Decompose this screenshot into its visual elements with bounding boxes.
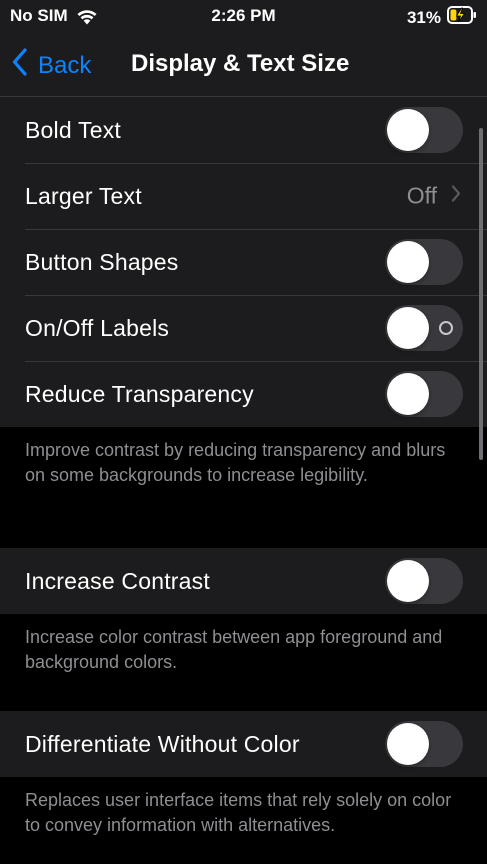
toggle-knob [387,307,429,349]
row-label: Button Shapes [25,248,179,275]
row-label: Reduce Transparency [25,380,254,407]
status-right: 31% [407,5,477,30]
row-label: Bold Text [25,116,121,143]
larger-text-value: Off [406,182,437,209]
settings-group-text: Bold Text Larger Text Off Button Shapes … [0,97,487,427]
back-button[interactable]: Back [12,48,91,83]
chevron-right-icon [451,185,461,208]
toggle-knob [387,723,429,765]
reduce-transparency-toggle[interactable] [385,371,463,417]
toggle-knob [387,241,429,283]
toggle-knob [387,560,429,602]
toggle-knob [387,109,429,151]
reduce-transparency-footer: Improve contrast by reducing transparenc… [25,440,446,485]
row-button-shapes[interactable]: Button Shapes [0,229,487,295]
row-label: On/Off Labels [25,314,170,341]
row-on-off-labels[interactable]: On/Off Labels [0,295,487,361]
differentiate-without-color-footer: Replaces user interface items that rely … [25,790,452,835]
row-label: Larger Text [25,182,142,209]
battery-percent: 31% [406,7,441,27]
bold-text-toggle[interactable] [385,107,463,153]
on-off-labels-toggle[interactable] [385,305,463,351]
chevron-left-icon [12,48,28,83]
settings-content: Bold Text Larger Text Off Button Shapes … [0,97,487,838]
status-bar: No SIM 2:26 PM 31% [0,0,487,32]
row-label: Increase Contrast [25,567,210,594]
settings-group-contrast: Increase Contrast [0,548,487,614]
row-increase-contrast[interactable]: Increase Contrast [0,548,487,614]
row-reduce-transparency[interactable]: Reduce Transparency [0,361,487,427]
page-title: Display & Text Size [131,50,350,77]
off-label-circle-icon [439,321,453,335]
battery-charging-icon [447,5,477,30]
settings-group-color: Differentiate Without Color [0,711,487,777]
row-bold-text[interactable]: Bold Text [0,97,487,163]
row-label: Differentiate Without Color [25,730,300,757]
navigation-bar: Back Display & Text Size [0,32,487,97]
differentiate-without-color-toggle[interactable] [385,721,463,767]
increase-contrast-toggle[interactable] [385,558,463,604]
back-label: Back [38,51,92,79]
scrollbar[interactable] [479,128,483,460]
row-differentiate-without-color[interactable]: Differentiate Without Color [0,711,487,777]
toggle-knob [387,373,429,415]
button-shapes-toggle[interactable] [385,239,463,285]
row-larger-text[interactable]: Larger Text Off [0,163,487,229]
increase-contrast-footer: Increase color contrast between app fore… [25,627,443,672]
